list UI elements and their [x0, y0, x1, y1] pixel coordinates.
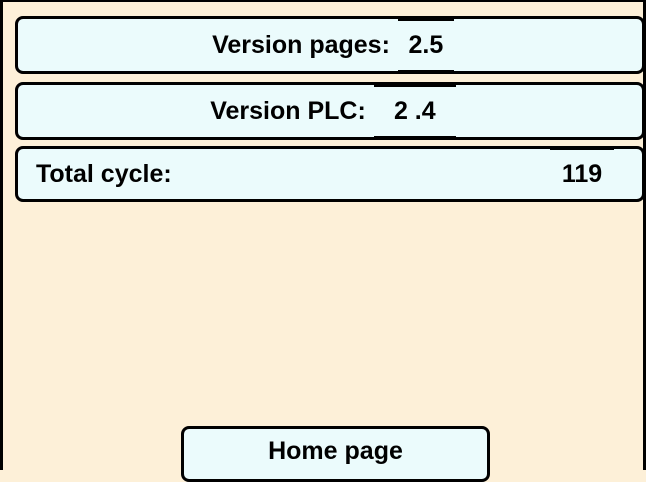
version-plc-panel: Version PLC: 2 .4	[15, 82, 645, 140]
version-pages-panel: Version pages: 2.5	[15, 16, 645, 74]
version-plc-value: 2 .4	[373, 84, 456, 138]
version-pages-label: Version pages:	[212, 30, 390, 59]
total-cycle-value: 119	[550, 147, 614, 201]
hmi-screen: Version pages: 2.5 Version PLC: 2 .4 Tot…	[0, 0, 646, 482]
home-page-button[interactable]: Home page	[181, 426, 490, 482]
version-pages-value: 2.5	[397, 18, 454, 72]
version-plc-label: Version PLC:	[210, 96, 366, 125]
total-cycle-panel: Total cycle: 119	[15, 146, 645, 202]
total-cycle-label: Total cycle:	[36, 159, 172, 188]
